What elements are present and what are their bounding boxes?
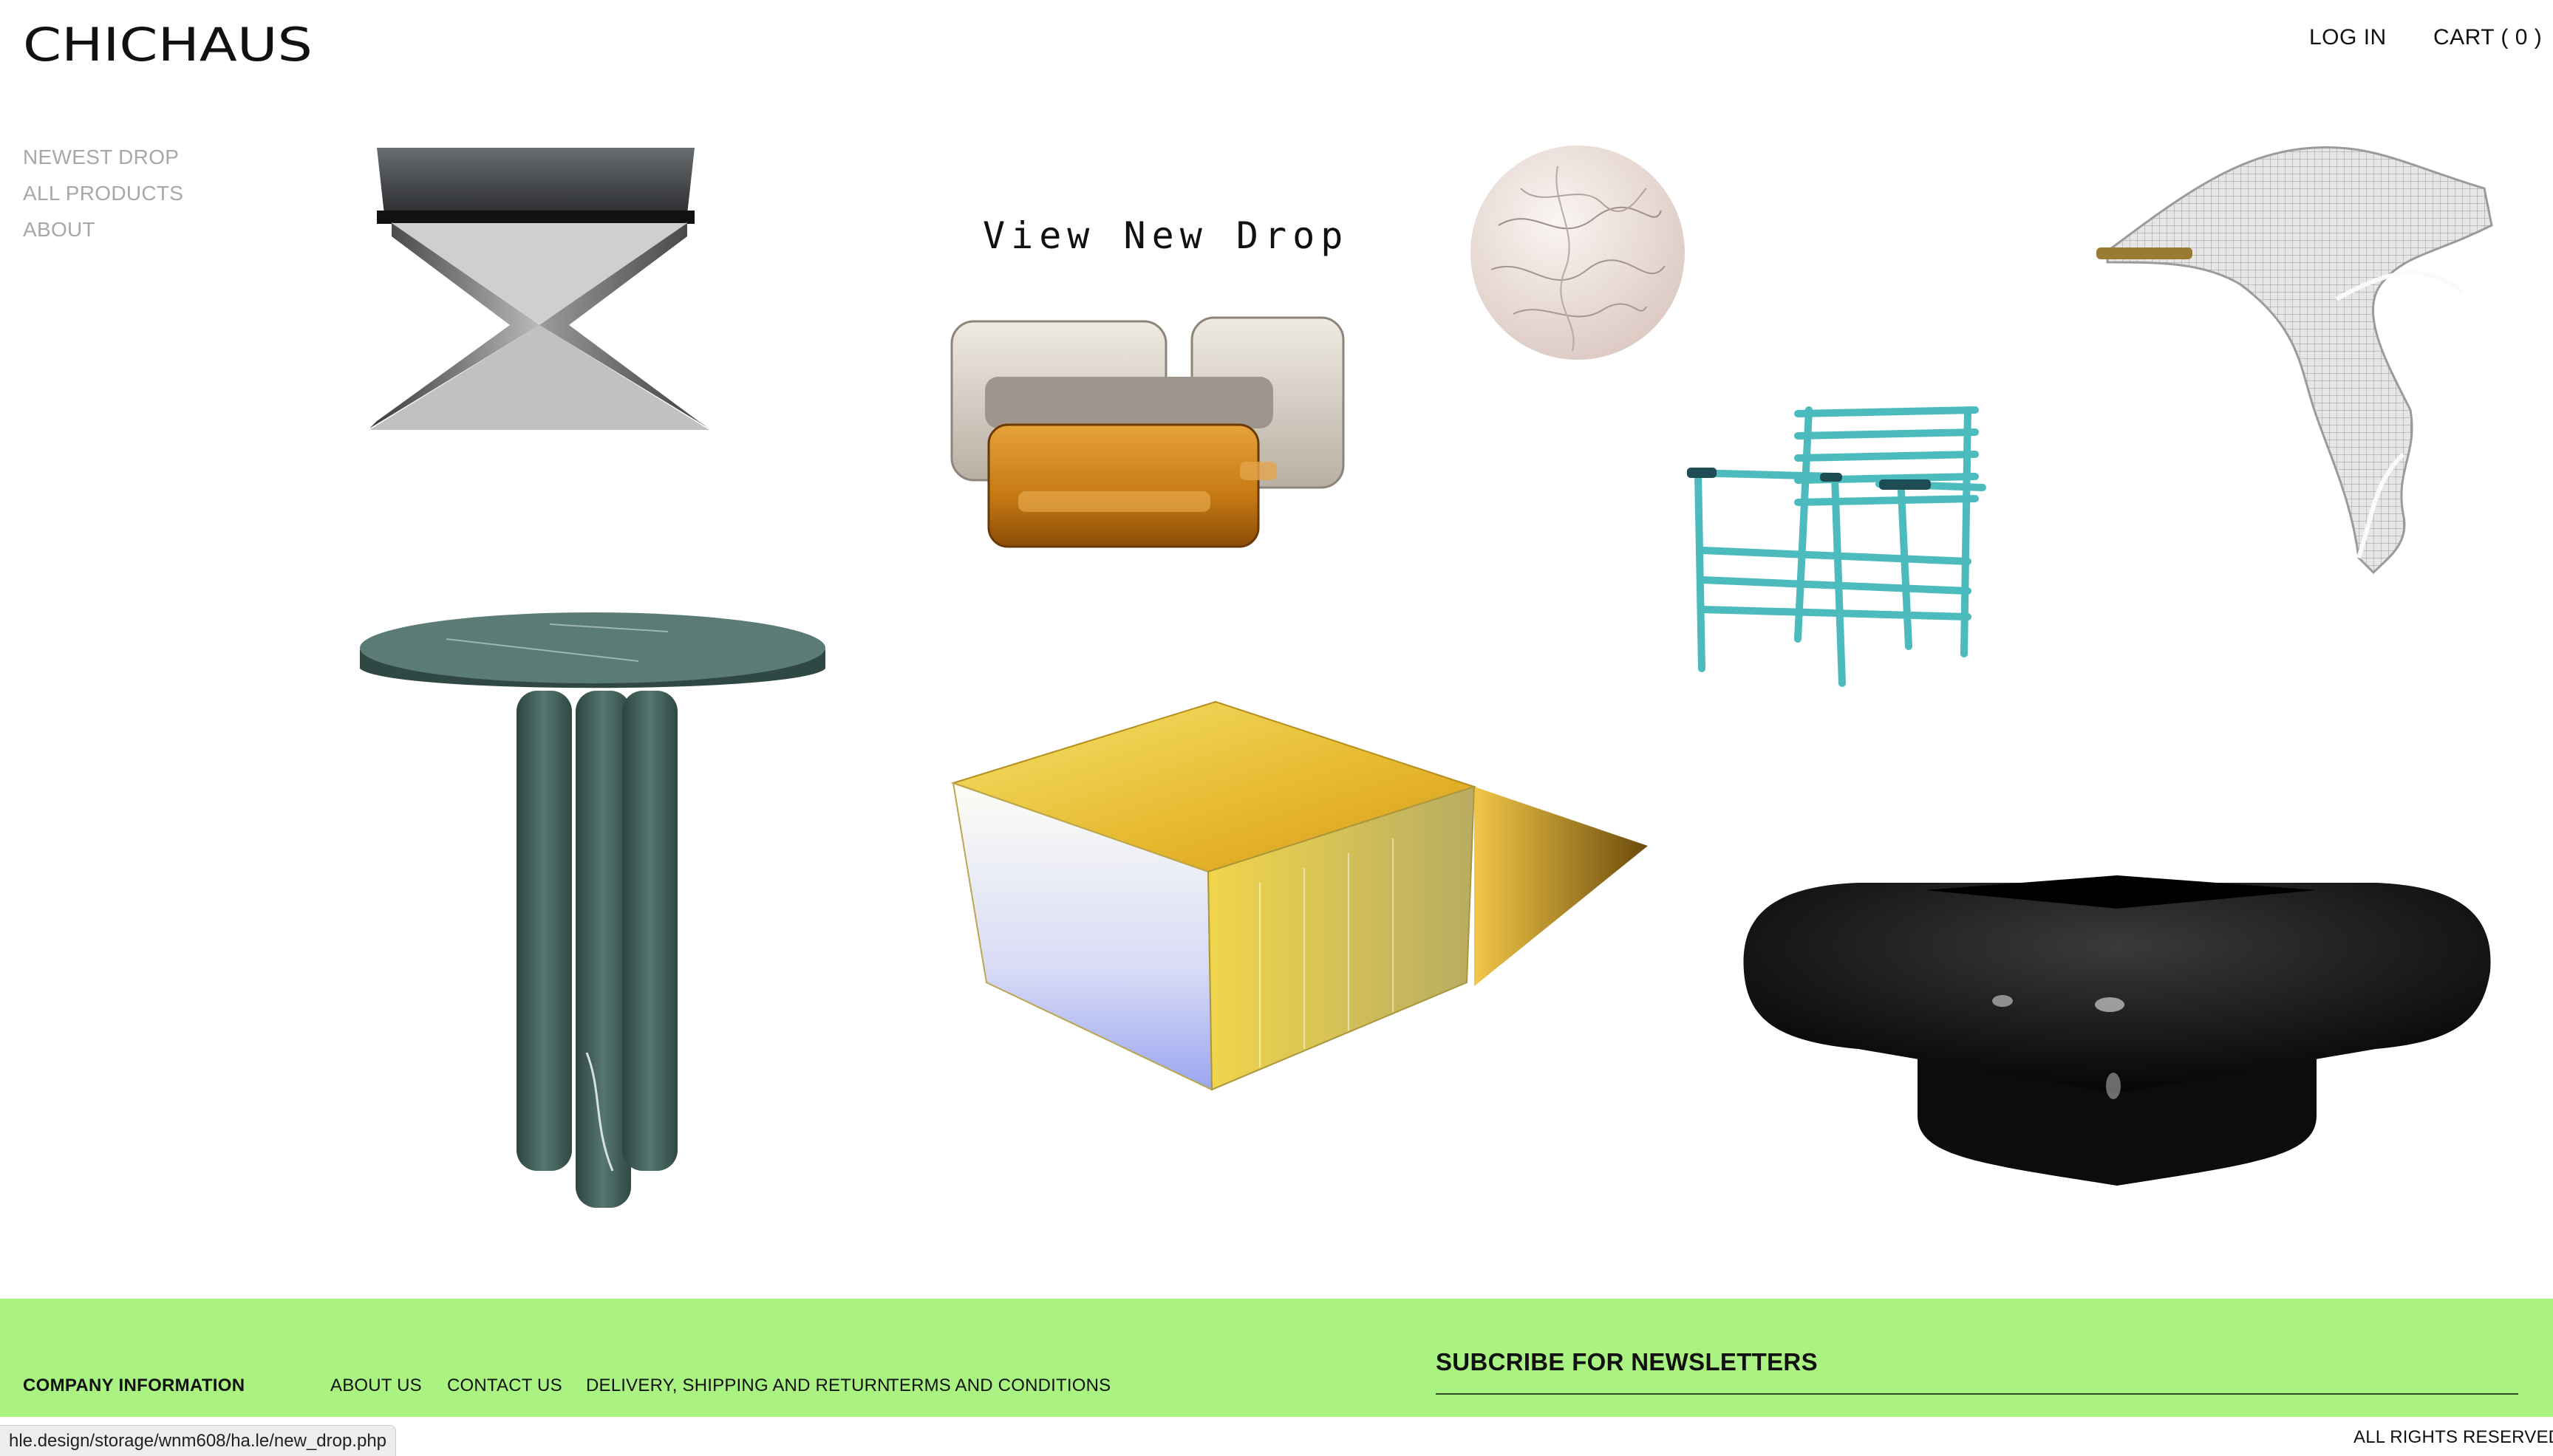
product-green-marble-side-table[interactable] <box>358 609 831 1211</box>
x-stool-image <box>369 148 709 430</box>
product-mesh-curve-chair[interactable] <box>2093 144 2493 576</box>
logo-text: CHICHAUS <box>23 22 313 68</box>
glass-block-sofa-image <box>950 316 1345 548</box>
mesh-curve-chair-image <box>2096 146 2493 575</box>
logo-wordmark: CHICHAUS <box>23 22 313 68</box>
login-link[interactable]: LOG IN <box>2309 25 2387 50</box>
green-marble-side-table-image <box>360 612 825 1208</box>
footer-link-contact-us[interactable]: CONTACT US <box>447 1375 562 1396</box>
cart-link[interactable]: CART ( 0 ) <box>2433 25 2542 50</box>
brand-logo[interactable]: CHICHAUS <box>23 22 318 68</box>
footer-link-terms-and-conditions[interactable]: TERMS AND CONDITIONS <box>888 1375 1111 1396</box>
product-black-lacquer-table[interactable] <box>1740 872 2494 1186</box>
side-nav-all-products[interactable]: ALL PRODUCTS <box>23 175 183 211</box>
side-nav: NEWEST DROP ALL PRODUCTS ABOUT <box>23 139 183 247</box>
newsletter-email-field[interactable] <box>1436 1381 2518 1395</box>
newsletter-title: SUBCRIBE FOR NEWSLETTERS <box>1436 1348 1818 1375</box>
paper-sphere-lamp-image <box>1470 146 1685 360</box>
footer <box>0 1299 2553 1417</box>
view-new-drop-link[interactable]: View New Drop <box>983 214 1349 257</box>
browser-status-bar: hle.design/storage/wnm608/ha.le/new_drop… <box>0 1425 397 1456</box>
product-iridescent-glass-table[interactable] <box>950 698 1648 1093</box>
black-lacquer-table-image <box>1743 875 2491 1186</box>
acid-glass-chair-image <box>1687 406 1986 687</box>
footer-company-info-title: COMPANY INFORMATION <box>23 1375 245 1395</box>
product-acid-glass-chair[interactable] <box>1687 403 1990 687</box>
iridescent-glass-table-image <box>950 700 1648 1091</box>
product-paper-sphere-lamp[interactable] <box>1469 144 1687 362</box>
product-x-stool[interactable] <box>362 140 717 436</box>
footer-link-delivery-shipping-return[interactable]: DELIVERY, SHIPPING AND RETURN <box>586 1375 890 1396</box>
side-nav-about[interactable]: ABOUT <box>23 211 183 247</box>
all-rights-reserved: ALL RIGHTS RESERVED <box>2353 1427 2553 1447</box>
product-glass-block-sofa[interactable] <box>948 314 1347 550</box>
side-nav-newest-drop[interactable]: NEWEST DROP <box>23 139 183 175</box>
footer-link-about-us[interactable]: ABOUT US <box>330 1375 422 1396</box>
